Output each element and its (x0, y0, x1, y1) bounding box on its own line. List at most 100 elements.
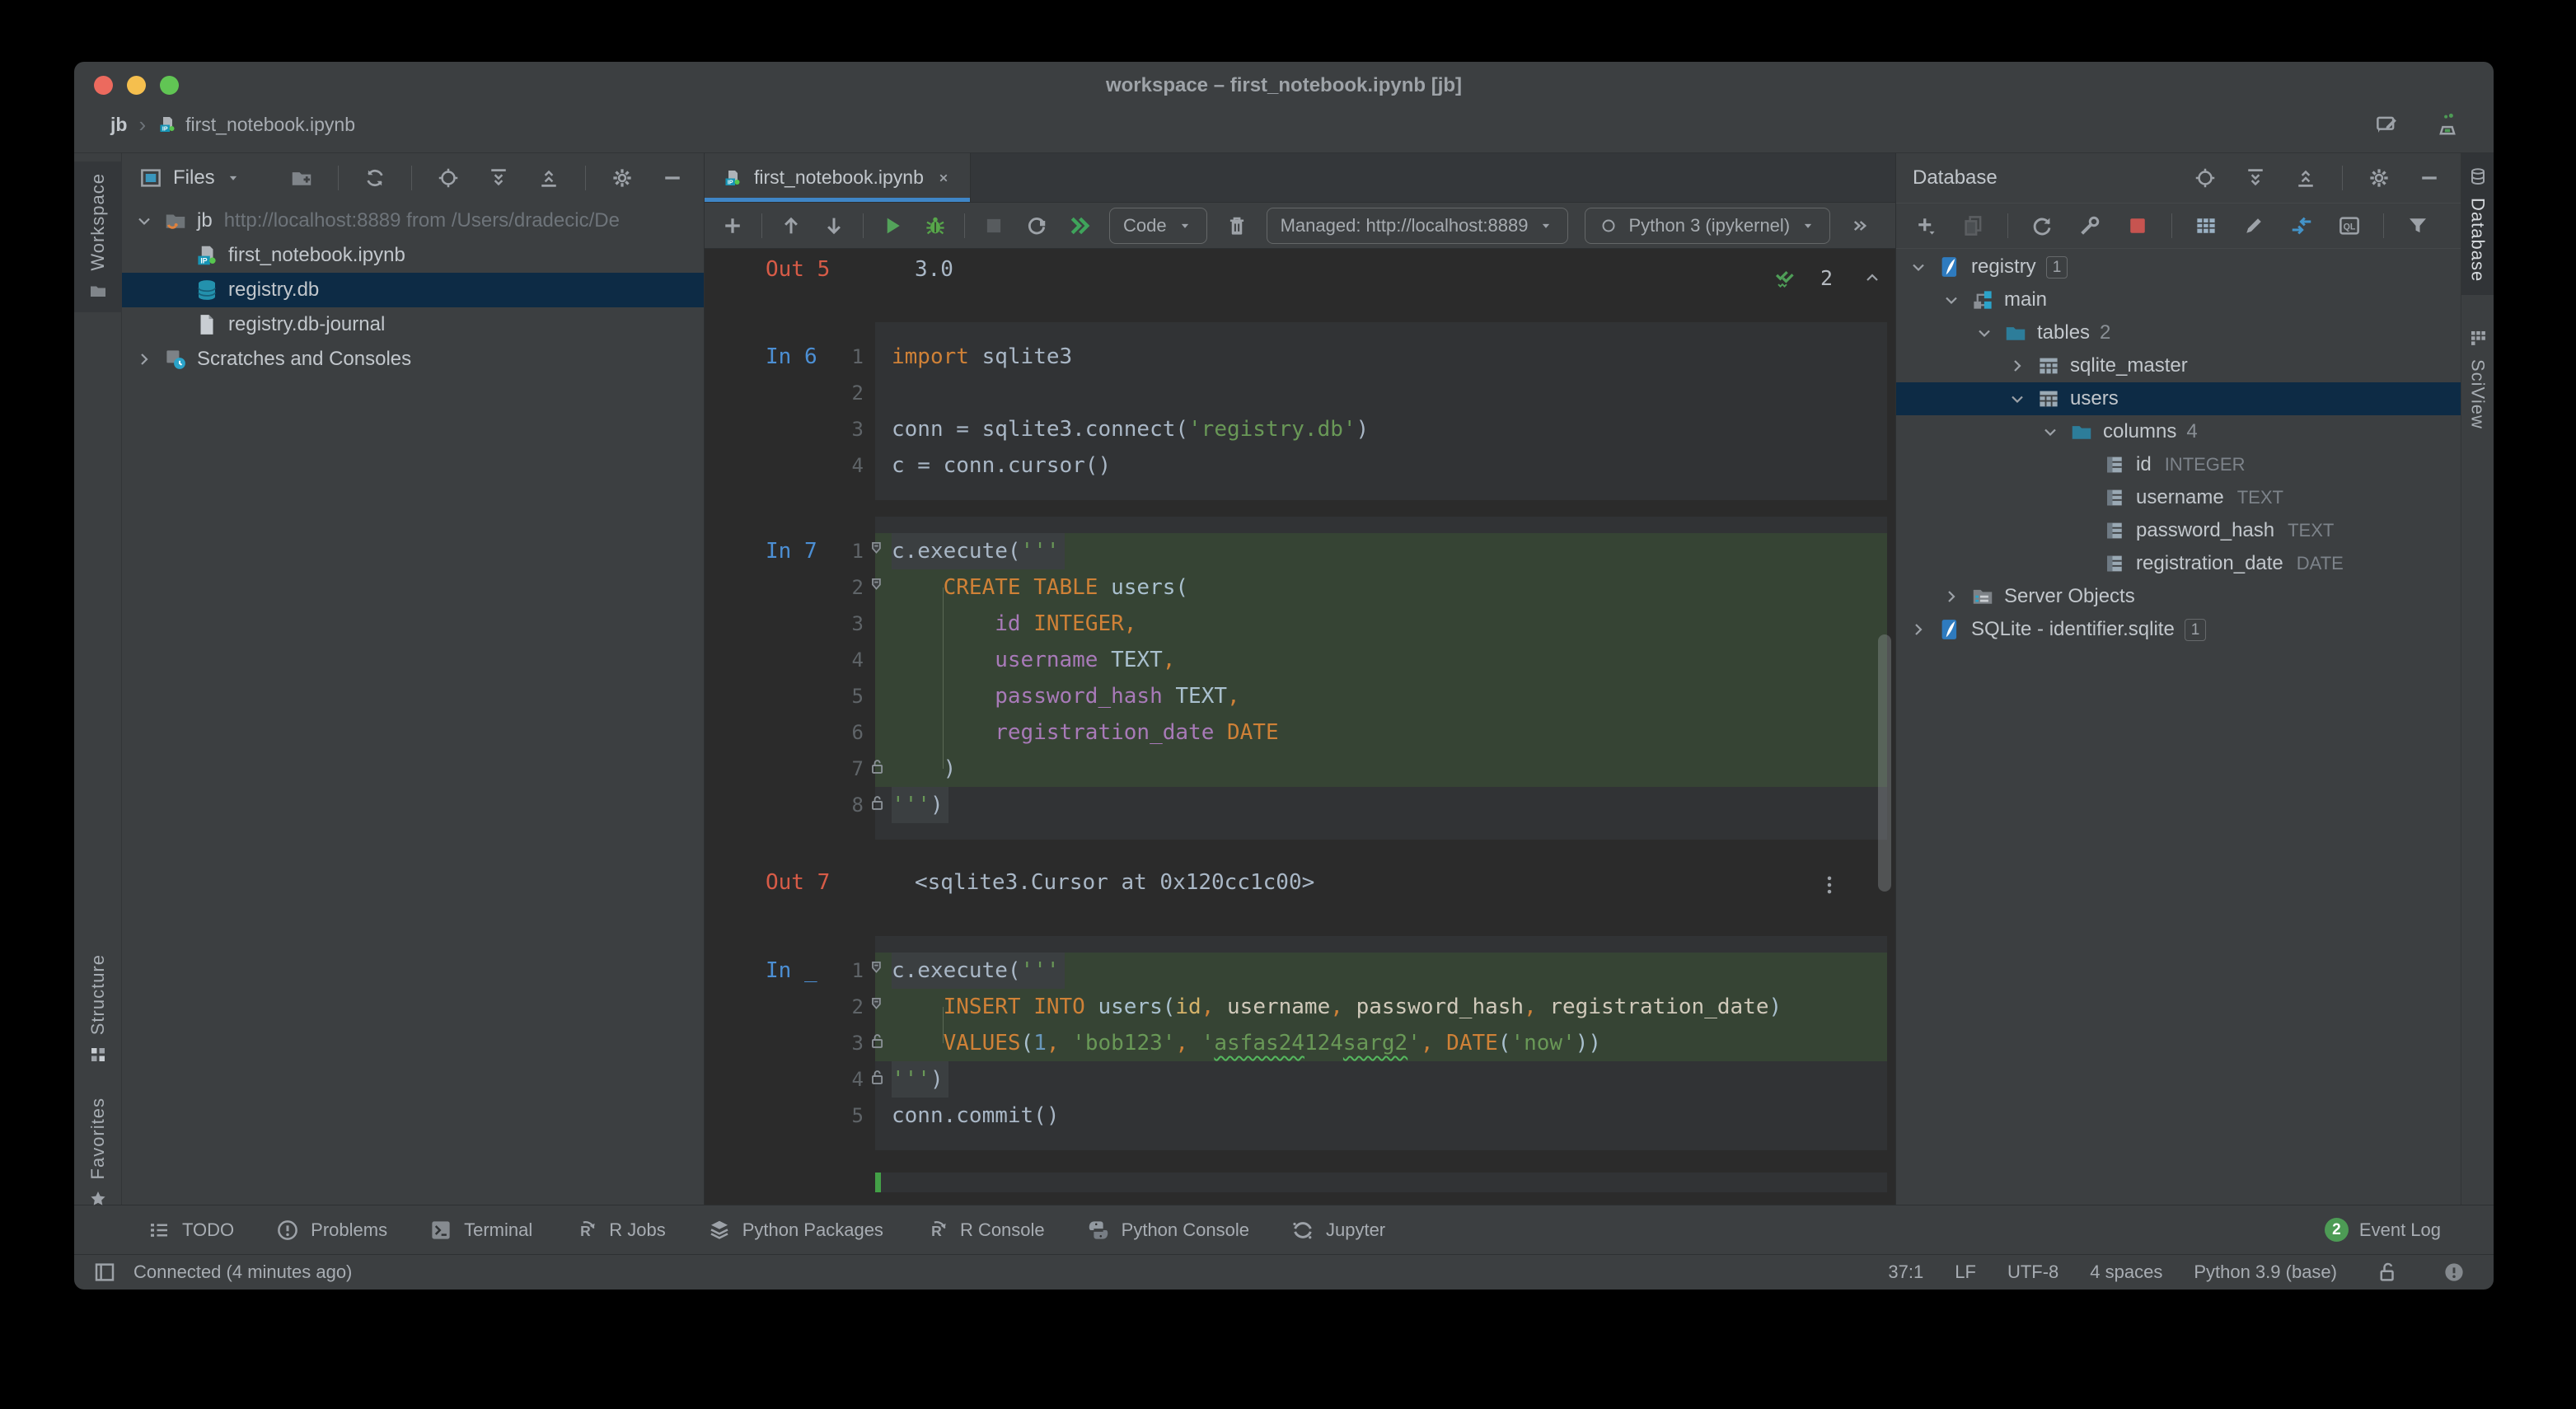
fold-marker-icon[interactable] (869, 576, 885, 596)
restart-kernel-button[interactable] (1019, 208, 1055, 243)
toolwindow-python-packages[interactable]: Python Packages (707, 1218, 883, 1243)
toolwindow-python-console[interactable]: Python Console (1086, 1218, 1249, 1243)
code-line[interactable]: ''') (875, 1061, 1887, 1098)
next-cell-peek[interactable] (705, 1173, 1895, 1192)
code-cell-in7[interactable]: In 712345678 c.execute(''' CREATE TABLE … (705, 517, 1895, 840)
db-item-column-username[interactable]: usernameTEXT (1896, 481, 2461, 514)
view-data-button[interactable] (2188, 208, 2224, 243)
collapse-all-button[interactable] (2288, 161, 2324, 195)
file-item-scratches[interactable]: Scratches and Consoles (122, 342, 704, 377)
code-line[interactable]: c.execute(''' (875, 533, 1887, 569)
stop-button[interactable] (2119, 208, 2156, 243)
hide-button[interactable] (654, 161, 691, 195)
filter-button[interactable] (2400, 208, 2436, 243)
fold-marker-icon[interactable] (869, 540, 885, 559)
code-line[interactable]: conn.commit() (875, 1098, 1887, 1134)
settings-button[interactable] (604, 161, 640, 195)
tool-tab-database[interactable]: Database (2461, 153, 2494, 295)
file-item-project-root[interactable]: jbhttp://localhost:8889 from /Users/drad… (122, 204, 704, 238)
more-actions-button[interactable] (1842, 208, 1878, 243)
delete-cell-button[interactable] (1219, 208, 1255, 243)
breadcrumb-project[interactable]: jb (110, 114, 127, 136)
new-datasource-button[interactable] (1908, 208, 1944, 243)
fold-marker-icon[interactable] (869, 959, 885, 979)
code-line[interactable]: c.execute(''' (875, 953, 1887, 989)
add-cell-button[interactable] (714, 208, 751, 243)
code-line[interactable]: conn = sqlite3.connect('registry.db') (875, 411, 1887, 447)
code-cell-in6[interactable]: In 61234 import sqlite3conn = sqlite3.co… (705, 322, 1895, 500)
code-line[interactable]: c = conn.cursor() (875, 447, 1887, 484)
code-line[interactable]: INSERT INTO users(id, username, password… (875, 989, 1887, 1025)
files-panel-title[interactable]: Files (173, 166, 215, 190)
cell-code-box[interactable]: c.execute(''' INSERT INTO users(id, user… (875, 936, 1887, 1150)
tool-tab-sciview[interactable]: SciView (2461, 315, 2494, 442)
chevron-right-icon[interactable] (1908, 620, 1937, 639)
breadcrumb-file[interactable]: first_notebook.ipynb (185, 114, 355, 136)
chevron-right-icon[interactable] (1941, 587, 1970, 606)
duplicate-button[interactable] (1955, 208, 1992, 243)
tab-first-notebook[interactable]: IP first_notebook.ipynb (705, 153, 971, 202)
status-line-separator[interactable]: LF (1955, 1262, 1976, 1283)
db-item-table-users[interactable]: users (1896, 382, 2461, 415)
toolwindow-jupyter[interactable]: Jupyter (1290, 1218, 1385, 1243)
query-console-button[interactable]: QL (2331, 208, 2368, 243)
db-item-datasource-identifier[interactable]: SQLite - identifier.sqlite1 (1896, 613, 2461, 646)
chevron-down-icon[interactable] (133, 211, 163, 231)
db-item-server-objects[interactable]: Server Objects (1896, 580, 2461, 613)
expand-all-button[interactable] (2237, 161, 2274, 195)
close-window-button[interactable] (94, 76, 113, 95)
move-cell-up-button[interactable] (773, 208, 809, 243)
editor-scrollbar[interactable] (1878, 634, 1891, 892)
settings-button[interactable] (2361, 161, 2397, 195)
chevron-down-icon[interactable] (1908, 257, 1937, 277)
code-line[interactable] (875, 375, 1887, 411)
zoom-window-button[interactable] (160, 76, 179, 95)
edit-note-button[interactable] (2368, 107, 2405, 142)
datasource-properties-button[interactable] (2072, 208, 2108, 243)
expand-all-button[interactable] (480, 161, 517, 195)
status-interpreter[interactable]: Python 3.9 (base) (2194, 1262, 2337, 1283)
code-line[interactable]: password_hash TEXT, (875, 678, 1887, 714)
hide-button[interactable] (2411, 161, 2447, 195)
toolwindow-todo[interactable]: TODO (147, 1218, 234, 1243)
chevron-down-icon[interactable] (1941, 290, 1970, 310)
code-line[interactable]: ''') (875, 787, 1887, 823)
status-readonly-toggle[interactable] (2368, 1255, 2405, 1290)
move-cell-down-button[interactable] (816, 208, 852, 243)
db-item-tables-group[interactable]: tables2 (1896, 316, 2461, 349)
file-item-journal-file[interactable]: registry.db-journal (122, 307, 704, 342)
cell-type-selector[interactable]: Code (1109, 208, 1207, 244)
tool-tab-favorites[interactable]: Favorites (74, 1086, 122, 1220)
toolwindow-terminal[interactable]: Terminal (429, 1218, 532, 1243)
db-item-column-registration-date[interactable]: registration_dateDATE (1896, 547, 2461, 580)
code-line[interactable]: CREATE TABLE users( (875, 569, 1887, 606)
run-cell-button[interactable] (874, 208, 911, 243)
db-item-schema-main[interactable]: main (1896, 283, 2461, 316)
status-notifications[interactable] (2436, 1255, 2472, 1290)
code-line[interactable]: username TEXT, (875, 642, 1887, 678)
status-caret-position[interactable]: 37:1 (1888, 1262, 1923, 1283)
db-item-table-sqlite-master[interactable]: sqlite_master (1896, 349, 2461, 382)
modify-button[interactable] (2236, 208, 2272, 243)
notebook-editor[interactable]: Out 5 3.0 In 61234 import sqlite3conn = … (705, 249, 1895, 1205)
status-indent-style[interactable]: 4 spaces (2090, 1262, 2162, 1283)
file-item-notebook-file[interactable]: IPfirst_notebook.ipynb (122, 238, 704, 273)
code-line[interactable]: import sqlite3 (875, 339, 1887, 375)
magic-hat-button[interactable] (2429, 107, 2466, 142)
code-line[interactable]: registration_date DATE (875, 714, 1887, 751)
minimize-window-button[interactable] (127, 76, 146, 95)
interrupt-kernel-button[interactable] (976, 208, 1012, 243)
debug-cell-button[interactable] (917, 208, 953, 243)
tool-tab-structure[interactable]: Structure (74, 943, 122, 1076)
close-tab-button[interactable] (935, 170, 952, 186)
code-cell-in_[interactable]: In _12345 c.execute(''' INSERT INTO user… (705, 936, 1895, 1150)
db-item-datasource-registry[interactable]: registry1 (1896, 250, 2461, 283)
db-item-column-password-hash[interactable]: password_hashTEXT (1896, 514, 2461, 547)
collapse-all-button[interactable] (531, 161, 567, 195)
db-item-columns-group[interactable]: columns4 (1896, 415, 2461, 448)
file-item-registry-db-file[interactable]: registry.db (122, 273, 704, 307)
fold-marker-icon[interactable] (869, 995, 885, 1015)
sync-button[interactable] (357, 161, 393, 195)
locate-button[interactable] (430, 161, 466, 195)
code-line[interactable]: id INTEGER, (875, 606, 1887, 642)
